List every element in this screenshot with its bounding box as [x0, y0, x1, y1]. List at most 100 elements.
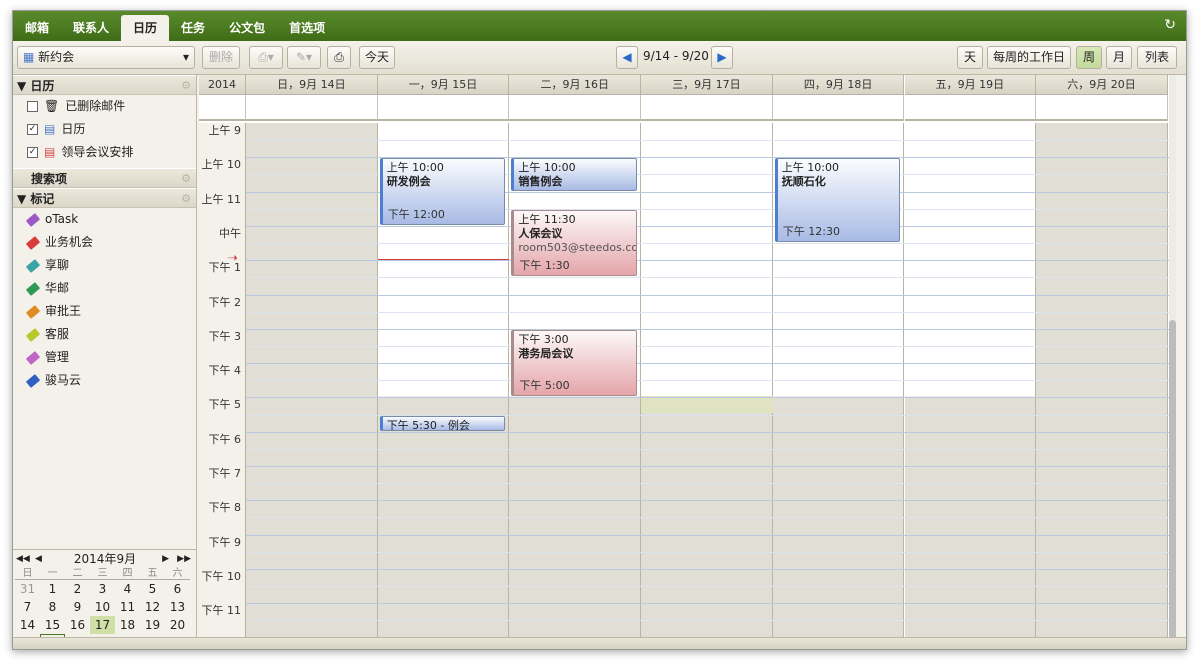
toolbar: ▦ 新约会 ▾ 删除 ⎙▾ ✎▾ ⎙ 今天 ◀ 9/14 - 9/20 ▶ 天 每…: [13, 41, 1186, 75]
mini-calendar-day[interactable]: 4: [115, 580, 140, 598]
checkbox[interactable]: ✓: [27, 124, 38, 135]
hour-label: 下午 7: [208, 467, 242, 480]
tag-item[interactable]: 审批王: [13, 300, 196, 323]
view-week-button[interactable]: 周: [1076, 46, 1102, 69]
day-column[interactable]: [641, 123, 773, 649]
mini-calendar-day[interactable]: 15: [40, 616, 65, 634]
gear-icon[interactable]: ⚙: [181, 76, 191, 96]
view-day-button[interactable]: 天: [957, 46, 983, 69]
event-block[interactable]: 上午 10:00 销售例会: [511, 158, 638, 191]
tags-section-header[interactable]: ▼ 标记 ⚙: [13, 188, 196, 208]
calendar-item-calendar[interactable]: ✓ ▤ 日历: [13, 118, 196, 141]
event-block[interactable]: 下午 3:00 港务局会议 下午 5:00: [511, 329, 638, 397]
tag-item[interactable]: 华邮: [13, 277, 196, 300]
next-month-icon[interactable]: ▶: [162, 550, 169, 568]
tag-item[interactable]: oTask: [13, 208, 196, 231]
mini-calendar-day[interactable]: 12: [140, 598, 165, 616]
grid-line: [246, 243, 1171, 245]
view-month-button[interactable]: 月: [1106, 46, 1132, 69]
tab-briefcase[interactable]: 公文包: [217, 15, 277, 41]
mini-calendar-day[interactable]: 10: [90, 598, 115, 616]
prev-week-icon[interactable]: ◀: [616, 46, 638, 69]
tag-item[interactable]: 管理: [13, 346, 196, 369]
next-year-icon[interactable]: ▶▶: [177, 550, 191, 568]
allday-cell[interactable]: [509, 95, 642, 121]
checkbox[interactable]: [27, 101, 38, 112]
vertical-scrollbar[interactable]: [1169, 75, 1176, 649]
allday-cell[interactable]: [377, 95, 510, 121]
mini-calendar-day[interactable]: 13: [165, 598, 190, 616]
allday-cell[interactable]: [246, 95, 378, 121]
allday-cell[interactable]: [772, 95, 905, 121]
mini-calendar-day[interactable]: 11: [115, 598, 140, 616]
next-week-icon[interactable]: ▶: [711, 46, 733, 69]
mini-calendar-day[interactable]: 14: [15, 616, 40, 634]
print-menu-button[interactable]: ⎙▾: [249, 46, 283, 69]
mini-calendar-day[interactable]: 17: [90, 616, 115, 634]
view-list-button[interactable]: 列表: [1137, 46, 1177, 69]
calendar-section-header[interactable]: ▼ 日历 ⚙: [13, 75, 196, 95]
grid-line: [246, 328, 1171, 330]
view-workweek-button[interactable]: 每周的工作日: [987, 46, 1071, 69]
gear-icon[interactable]: ⚙: [181, 169, 191, 189]
event-block[interactable]: 下午 5:30 - 例会: [379, 415, 506, 431]
mini-calendar-day[interactable]: 1: [40, 580, 65, 598]
grid-line: [246, 534, 1171, 536]
day-column[interactable]: [246, 123, 378, 649]
day-header[interactable]: 一，9月 15日: [377, 75, 510, 95]
day-header[interactable]: 二，9月 16日: [509, 75, 642, 95]
tag-item[interactable]: 骏马云: [13, 369, 196, 392]
refresh-icon[interactable]: ↻: [1164, 17, 1176, 33]
mini-calendar-day[interactable]: 6: [165, 580, 190, 598]
weekday-label: 五: [140, 568, 165, 580]
tag-icon: [25, 304, 41, 319]
tag-item[interactable]: 业务机会: [13, 231, 196, 254]
mini-calendar-day[interactable]: 20: [165, 616, 190, 634]
calendar-item-leader-meetings[interactable]: ✓ ▤ 领导会议安排: [13, 141, 196, 164]
tab-mail[interactable]: 邮箱: [13, 15, 61, 41]
day-column[interactable]: [904, 123, 1037, 649]
gear-icon[interactable]: ⚙: [181, 189, 191, 209]
tab-preferences[interactable]: 首选项: [277, 15, 337, 41]
search-section-header[interactable]: 搜索项 ⚙: [13, 168, 196, 188]
new-appointment-button[interactable]: ▦ 新约会 ▾: [17, 46, 195, 69]
tab-contacts[interactable]: 联系人: [61, 15, 121, 41]
mini-calendar-day[interactable]: 7: [15, 598, 40, 616]
today-button[interactable]: 今天: [359, 46, 395, 69]
mini-calendar-day[interactable]: 5: [140, 580, 165, 598]
prev-year-icon[interactable]: ◀◀: [16, 550, 30, 568]
mini-calendar-day[interactable]: 31: [15, 580, 40, 598]
checkbox[interactable]: ✓: [27, 147, 38, 158]
mini-calendar-day[interactable]: 8: [40, 598, 65, 616]
mini-calendar-day[interactable]: 2: [65, 580, 90, 598]
day-column[interactable]: [1036, 123, 1168, 649]
tab-tasks[interactable]: 任务: [169, 15, 217, 41]
mini-calendar-day[interactable]: 19: [140, 616, 165, 634]
tag-item[interactable]: 客服: [13, 323, 196, 346]
event-block[interactable]: 上午 11:30 人保会议 room503@steedos.com 下午 1:30: [511, 209, 638, 277]
prev-month-icon[interactable]: ◀: [35, 550, 42, 568]
calendar-header-label: 日历: [30, 79, 55, 93]
day-header[interactable]: 三，9月 17日: [641, 75, 773, 95]
tag-menu-button[interactable]: ✎▾: [287, 46, 321, 69]
event-block[interactable]: 上午 10:00 抚顺石化 下午 12:30: [774, 158, 901, 243]
calendar-item-trash[interactable]: 🗑 已删除邮件: [13, 95, 196, 118]
allday-cell[interactable]: [1036, 95, 1168, 121]
mini-calendar-day[interactable]: 9: [65, 598, 90, 616]
delete-button[interactable]: 删除: [202, 46, 240, 69]
grid-line: [246, 568, 1171, 570]
print-icon[interactable]: ⎙: [327, 46, 351, 69]
mini-calendar-day[interactable]: 16: [65, 616, 90, 634]
allday-cell[interactable]: [904, 95, 1037, 121]
day-header[interactable]: 五，9月 19日: [904, 75, 1037, 95]
tab-calendar[interactable]: 日历: [121, 15, 170, 41]
scrollbar-thumb[interactable]: [1169, 320, 1176, 640]
tag-item[interactable]: 享聊: [13, 254, 196, 277]
day-header[interactable]: 六，9月 20日: [1036, 75, 1168, 95]
mini-calendar-day[interactable]: 18: [115, 616, 140, 634]
day-header[interactable]: 日，9月 14日: [246, 75, 378, 95]
allday-cell[interactable]: [641, 95, 773, 121]
day-header[interactable]: 四，9月 18日: [772, 75, 905, 95]
mini-calendar-day[interactable]: 3: [90, 580, 115, 598]
event-block[interactable]: 上午 10:00 研发例会 下午 12:00: [379, 158, 506, 225]
